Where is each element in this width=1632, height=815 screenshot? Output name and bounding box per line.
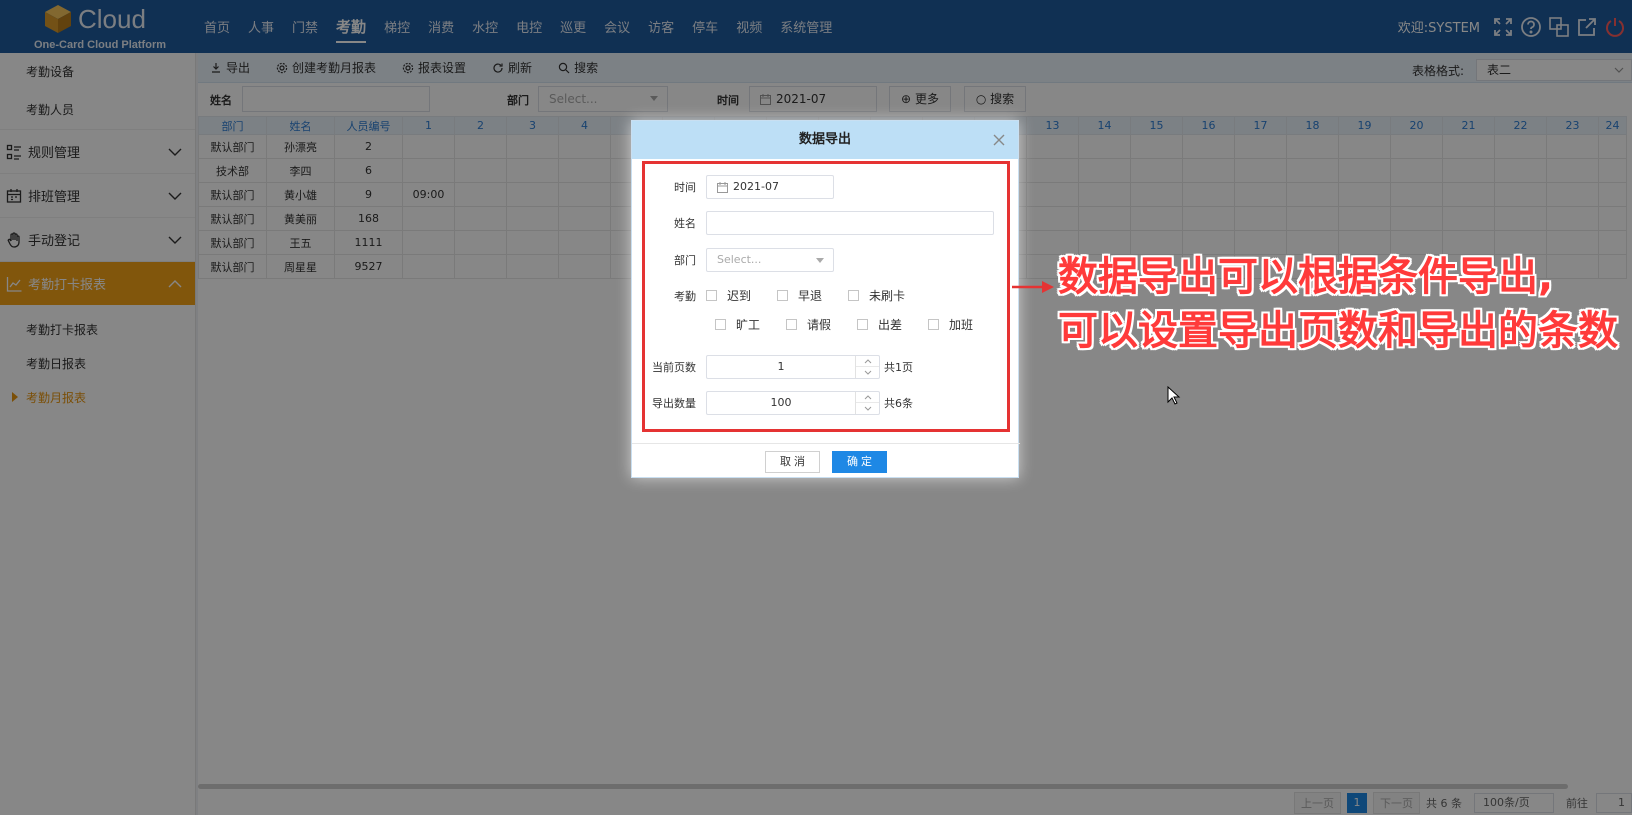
annotation-line-2: 可以设置导出页数和导出的条数 bbox=[1058, 308, 1618, 354]
dialog-footer: 取 消 确 定 bbox=[632, 443, 1020, 479]
mouse-cursor-icon bbox=[1167, 386, 1181, 405]
close-icon[interactable] bbox=[992, 133, 1006, 147]
annotation-text: 数据导出可以根据条件导出, 可以设置导出页数和导出的条数 bbox=[1058, 250, 1618, 358]
confirm-button[interactable]: 确 定 bbox=[832, 450, 888, 473]
highlight-box bbox=[642, 161, 1010, 432]
cancel-button[interactable]: 取 消 bbox=[764, 450, 820, 473]
dialog-header: 数据导出 bbox=[632, 121, 1018, 159]
dialog-title: 数据导出 bbox=[798, 132, 851, 147]
arrow-right-icon bbox=[1012, 281, 1054, 293]
annotation-line-1: 数据导出可以根据条件导出, bbox=[1058, 254, 1554, 300]
